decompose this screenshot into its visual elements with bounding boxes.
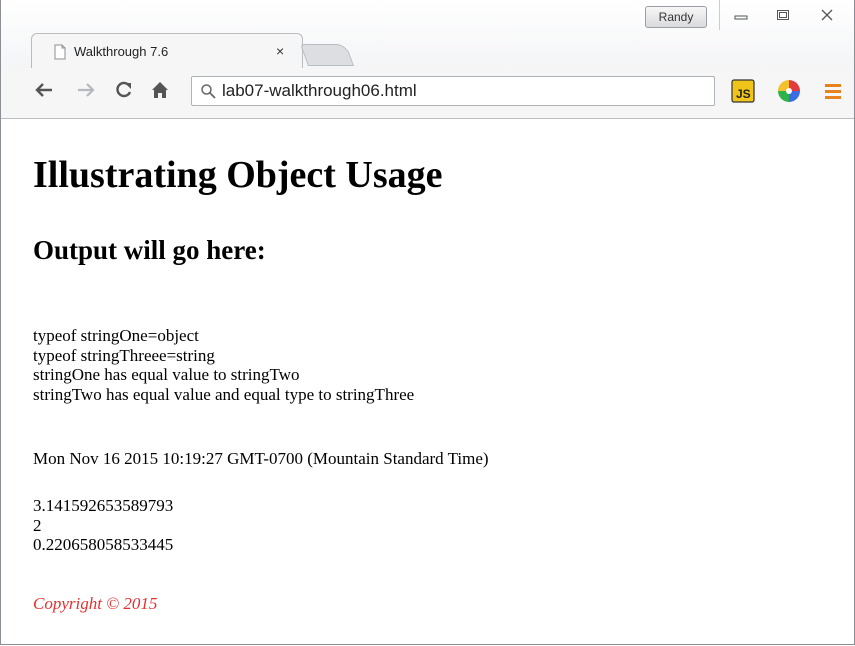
profile-button[interactable]: Randy [645,6,707,28]
title-bar: Randy Walkthrough 7.6 × [1,0,854,74]
new-tab-button[interactable] [299,44,355,66]
home-button[interactable] [147,76,173,104]
back-button[interactable] [31,76,57,104]
forward-button[interactable] [73,76,99,104]
copyright-text: Copyright © 2015 [33,594,158,613]
output-line: stringOne has equal value to stringTwo [33,365,300,384]
js-extension-icon[interactable]: JS [731,79,755,103]
math-line: 3.141592653589793 [33,496,174,515]
close-window-button[interactable] [804,0,850,30]
url-input[interactable] [222,80,702,102]
tab-close-icon[interactable]: × [276,43,284,59]
date-output: Mon Nov 16 2015 10:19:27 GMT-0700 (Mount… [33,449,489,469]
maximize-icon [777,10,789,20]
svg-text:JS: JS [736,87,751,101]
minimize-icon [734,15,748,20]
home-icon [152,82,168,98]
typeof-output: typeof stringOne=object typeof stringThr… [33,326,414,404]
page-icon [54,44,66,60]
page-content: Illustrating Object Usage Output will go… [1,119,854,644]
output-line: typeof stringThreee=string [33,345,215,365]
date-line: Mon Nov 16 2015 10:19:27 GMT-0700 (Mount… [33,449,489,468]
browser-window: Randy Walkthrough 7.6 × lab07-walkthroug… [0,0,855,645]
hamburger-menu-icon[interactable] [823,79,843,103]
math-line: 2 [33,515,42,535]
reload-icon [116,81,132,98]
browser-toolbar: JS [1,68,854,119]
output-line: stringTwo has equal value and equal type… [33,384,415,404]
back-arrow-icon [35,83,52,97]
output-line: typeof stringOne=object [33,326,199,345]
page-title: Illustrating Object Usage [33,154,443,196]
tab-walkthrough[interactable]: Walkthrough 7.6 × [31,33,303,69]
math-line: 0.220658058533445 [33,535,174,554]
output-heading: Output will go here: [33,235,266,265]
reload-button[interactable] [111,76,137,104]
tab-title: Walkthrough 7.6 [74,44,169,59]
window-caption-buttons [719,0,850,30]
maximize-button[interactable] [762,0,804,30]
math-output: 3.141592653589793 2 0.220658058533445 [33,496,173,555]
forward-arrow-icon [78,83,95,97]
minimize-button[interactable] [719,0,762,30]
close-icon [821,9,833,21]
address-bar[interactable] [191,76,715,106]
color-wheel-icon[interactable] [777,79,801,103]
search-icon [201,84,216,99]
